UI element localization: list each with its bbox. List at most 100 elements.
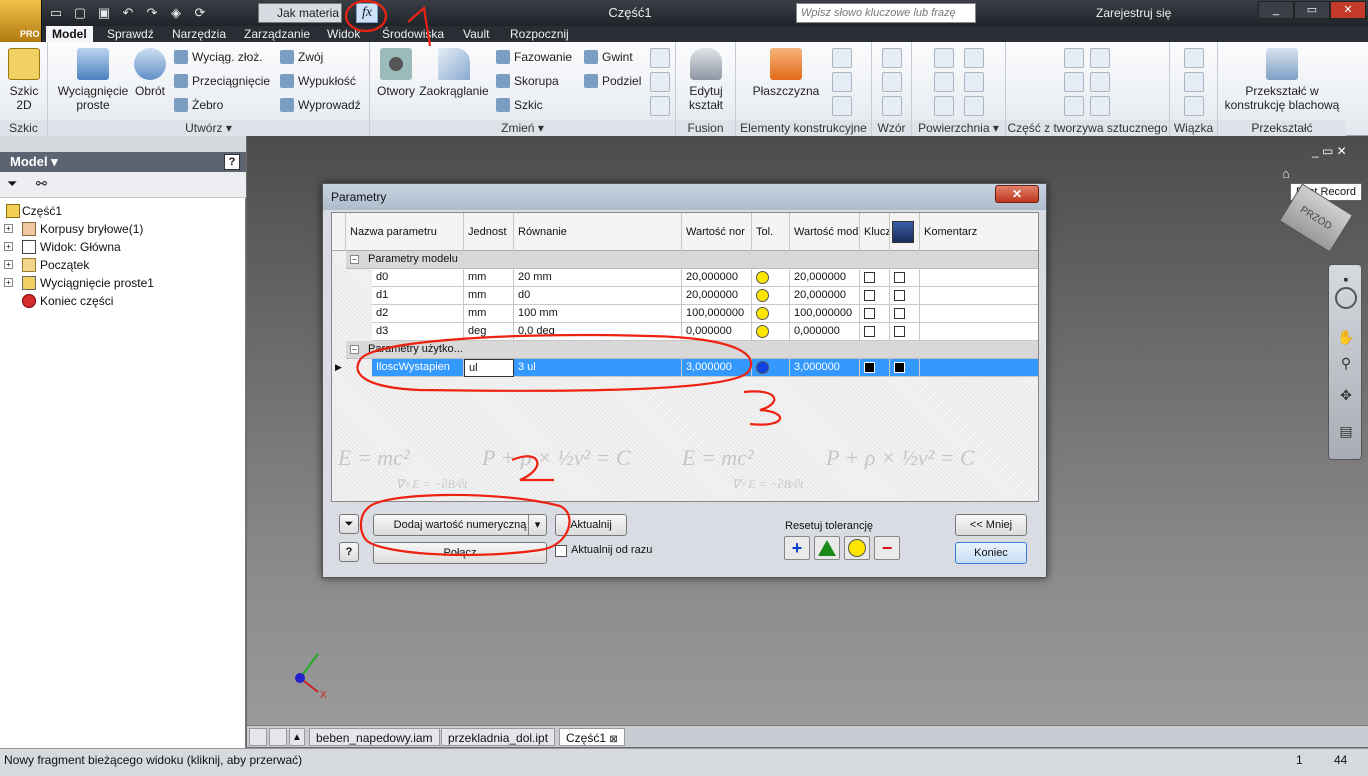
key-cell[interactable]	[860, 359, 890, 377]
panel-label-zmien[interactable]: Zmień ▾	[370, 120, 675, 136]
combine-icon[interactable]	[650, 48, 670, 68]
point-icon[interactable]	[832, 72, 852, 92]
close-window-button[interactable]: ✕	[1330, 1, 1366, 19]
tree-item-origin[interactable]: + Początek	[4, 256, 154, 274]
split-button[interactable]: Podziel	[582, 70, 641, 92]
zoom-icon[interactable]: ⚲	[1336, 353, 1356, 373]
axis-icon[interactable]	[832, 48, 852, 68]
tab-widok[interactable]: Widok	[321, 26, 366, 42]
export-checkbox[interactable]	[894, 326, 905, 337]
ucs-icon[interactable]	[832, 96, 852, 116]
table-row[interactable]: d1 mm d0 20,000000 20,000000	[332, 287, 1038, 305]
key-cell[interactable]	[860, 305, 890, 323]
extrude-button[interactable]: Wyciągnięcie proste	[56, 48, 130, 112]
shell-button[interactable]: Skorupa	[494, 70, 559, 92]
tab-narzedzia[interactable]: Narzędzia	[166, 26, 232, 42]
plane-button[interactable]: Płaszczyzna	[740, 48, 832, 98]
dialog-close-button[interactable]: ✕	[995, 185, 1039, 203]
param-name[interactable]: d3	[372, 323, 464, 341]
rest-icon[interactable]	[1064, 72, 1084, 92]
expand-icon[interactable]: +	[4, 260, 13, 269]
update-button[interactable]: Aktualnij	[555, 514, 627, 536]
tab-list-icon[interactable]: ▲	[289, 728, 305, 746]
viewport-window-controls[interactable]: _ ▭ ✕	[1312, 144, 1347, 158]
tree-item-bodies[interactable]: + Korpusy bryłowe(1)	[4, 220, 154, 238]
tree-item-end-of-part[interactable]: Koniec części	[6, 292, 154, 310]
find-binoculars-icon[interactable]: ⚯	[36, 176, 47, 192]
stitch-icon[interactable]	[964, 48, 984, 68]
trim-icon[interactable]	[964, 72, 984, 92]
nominal-tolerance-button[interactable]	[844, 536, 870, 560]
median-tolerance-triangle-button[interactable]	[814, 536, 840, 560]
look-at-icon[interactable]: ▤	[1336, 421, 1356, 441]
orbit-icon[interactable]: ✥	[1336, 385, 1356, 405]
key-checkbox[interactable]	[864, 308, 875, 319]
harness-edit-icon[interactable]	[1184, 72, 1204, 92]
close-tab-icon[interactable]: ⊠	[609, 734, 617, 745]
loft-button[interactable]: Wyciąg. złoż.	[172, 46, 263, 68]
home-view-icon[interactable]: ⌂	[1282, 166, 1290, 181]
panel-label-utworz[interactable]: Utwórz ▾	[48, 120, 369, 136]
param-unit[interactable]: deg	[464, 323, 514, 341]
harness-icon[interactable]	[1184, 48, 1204, 68]
help-button[interactable]: ?	[339, 542, 359, 562]
doc-tab-czesc1[interactable]: Część1 ⊠	[559, 728, 625, 746]
replace-face-icon[interactable]	[934, 96, 954, 116]
rule-fillet-icon[interactable]	[1064, 96, 1084, 116]
navbar-close-icon[interactable]: ▪	[1336, 269, 1356, 289]
lip-icon[interactable]	[1090, 96, 1110, 116]
col-name[interactable]: Nazwa parametru	[346, 213, 464, 251]
doc-tab-przekladnia[interactable]: przekladnia_dol.ipt	[441, 728, 556, 746]
browser-header[interactable]: Model ▾	[0, 152, 246, 172]
tolerance-cell[interactable]	[752, 269, 790, 287]
expand-icon[interactable]: +	[4, 242, 13, 251]
help-search-input[interactable]: Wpisz słowo kluczowe lub frazę	[796, 3, 976, 23]
chamfer-button[interactable]: Fazowanie	[494, 46, 572, 68]
col-equation[interactable]: Równanie	[514, 213, 682, 251]
rib-button[interactable]: Żebro	[172, 94, 223, 116]
table-row[interactable]: d2 mm 100 mm 100,000000 100,000000	[332, 305, 1038, 323]
export-checkbox[interactable]	[894, 290, 905, 301]
comment-cell[interactable]	[920, 323, 1038, 341]
key-checkbox[interactable]	[864, 326, 875, 337]
revolve-button[interactable]: Obrót	[130, 48, 170, 98]
export-cell[interactable]	[890, 359, 920, 377]
mirror-icon[interactable]	[882, 96, 902, 116]
parameters-fx-button[interactable]: fx	[356, 3, 378, 23]
filter-icon[interactable]: ⏷	[7, 176, 17, 192]
move-face-icon[interactable]	[650, 72, 670, 92]
tree-item-view[interactable]: + Widok: Główna	[4, 238, 154, 256]
coil-button[interactable]: Zwój	[278, 46, 323, 68]
col-model-value[interactable]: Wartość mod	[790, 213, 860, 251]
table-row[interactable]: d0 mm 20 mm 20,000000 20,000000	[332, 269, 1038, 287]
arrange-windows-icon[interactable]	[269, 728, 287, 746]
browser-help-icon[interactable]: ?	[224, 154, 240, 170]
maximize-button[interactable]: ▭	[1294, 1, 1330, 19]
panel-label-powierzchnia[interactable]: Powierzchnia ▾	[912, 120, 1005, 136]
tile-windows-icon[interactable]	[249, 728, 267, 746]
param-name[interactable]: IloscWystapien	[372, 359, 464, 377]
thread-button[interactable]: Gwint	[582, 46, 633, 68]
rectangular-pattern-icon[interactable]	[882, 48, 902, 68]
tab-zarzadzanie[interactable]: Zarządzanie	[238, 26, 316, 42]
export-checkbox[interactable]	[894, 272, 905, 283]
key-checkbox[interactable]	[864, 272, 875, 283]
key-cell[interactable]	[860, 269, 890, 287]
comment-cell[interactable]	[920, 287, 1038, 305]
tab-model[interactable]: Model	[46, 26, 93, 42]
param-unit[interactable]: mm	[464, 269, 514, 287]
immediate-update-checkbox[interactable]	[555, 545, 567, 557]
dropdown-arrow-icon[interactable]: ▾	[528, 515, 546, 535]
tab-rozpocznij[interactable]: Rozpocznij	[504, 26, 575, 42]
col-unit[interactable]: Jednost	[464, 213, 514, 251]
param-name[interactable]: d2	[372, 305, 464, 323]
key-checkbox[interactable]	[864, 362, 875, 373]
register-link[interactable]: Zarejestruj się	[1096, 6, 1171, 20]
param-equation[interactable]: 3 ul	[514, 359, 682, 377]
harness-pattern-icon[interactable]	[1184, 96, 1204, 116]
open-file-icon[interactable]: ▢	[70, 3, 90, 23]
update-icon[interactable]: ⟳	[190, 3, 210, 23]
thicken-icon[interactable]	[934, 48, 954, 68]
less-button[interactable]: << Mniej	[955, 514, 1027, 536]
filter-button[interactable]: ⏷	[339, 514, 359, 534]
